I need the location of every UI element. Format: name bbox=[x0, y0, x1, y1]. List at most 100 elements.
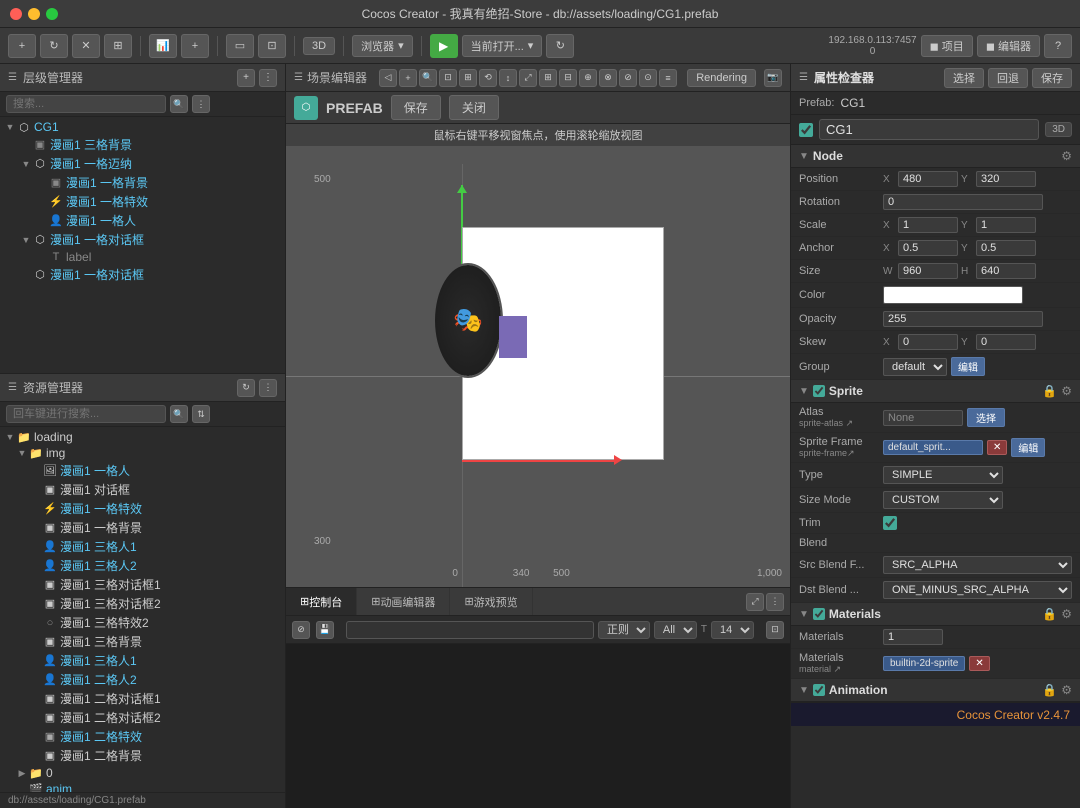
current-dropdown[interactable]: 当前打开... ▾ bbox=[462, 35, 543, 57]
scene-tb-btn3[interactable]: 🔍 bbox=[419, 69, 437, 87]
rect-btn[interactable]: ▭ bbox=[226, 34, 254, 58]
settings-btn[interactable]: ⊞ bbox=[104, 34, 132, 58]
material-tag[interactable]: builtin-2d-sprite bbox=[883, 656, 965, 671]
node-section-gear[interactable]: ⚙ bbox=[1061, 149, 1072, 163]
minimize-traffic-light[interactable] bbox=[28, 8, 40, 20]
scene-tb-btn12[interactable]: ⊗ bbox=[599, 69, 617, 87]
group-dropdown[interactable]: default bbox=[883, 358, 947, 376]
plus-btn[interactable]: + bbox=[181, 34, 209, 58]
scene-tb-btn15[interactable]: ≡ bbox=[659, 69, 677, 87]
material-clear-btn[interactable]: ✕ bbox=[969, 656, 989, 671]
rotation-input[interactable] bbox=[883, 194, 1043, 210]
tab-animation[interactable]: ⊞ 动画编辑器 bbox=[357, 588, 450, 615]
scene-tb-btn1[interactable]: ◁ bbox=[379, 69, 397, 87]
asset-anim[interactable]: 🎬 anim bbox=[0, 781, 285, 792]
tree-item-manga1-bubble[interactable]: ▼ ⬡ 漫画1 一格对话框 bbox=[0, 230, 285, 249]
trim-checkbox[interactable] bbox=[883, 516, 897, 530]
help-btn[interactable]: ? bbox=[1044, 34, 1072, 58]
scene-tb-btn14[interactable]: ⊙ bbox=[639, 69, 657, 87]
add-node-btn[interactable]: + bbox=[8, 34, 36, 58]
sprite-frame-input[interactable] bbox=[883, 440, 983, 455]
type-dropdown[interactable]: SIMPLE bbox=[883, 466, 1003, 484]
scene-close-btn[interactable]: 关闭 bbox=[449, 95, 499, 120]
tree-item-manga1-maina[interactable]: ▼ ⬡ 漫画1 一格迈纳 bbox=[0, 154, 285, 173]
atlas-select-btn[interactable]: 选择 bbox=[967, 408, 1005, 427]
scene-tb-btn7[interactable]: ↕ bbox=[499, 69, 517, 87]
console-level-select[interactable]: All bbox=[654, 621, 697, 639]
asset-manga1-2bg[interactable]: ▣ 漫画1 二格背景 bbox=[0, 746, 285, 765]
console-more-btn[interactable]: ⋮ bbox=[766, 593, 784, 611]
editor-btn[interactable]: ◼ 编辑器 bbox=[977, 35, 1040, 57]
animation-active-checkbox[interactable] bbox=[813, 684, 825, 696]
scene-tb-btn4[interactable]: ⊡ bbox=[439, 69, 457, 87]
group-edit-btn[interactable]: 编辑 bbox=[951, 357, 985, 376]
scene-tb-btn8[interactable]: ⤢ bbox=[519, 69, 537, 87]
console-fontsize-select[interactable]: 14 bbox=[711, 621, 754, 639]
asset-manga1-onebg[interactable]: ▣ 漫画1 一格背景 bbox=[0, 518, 285, 537]
console-dock-btn[interactable]: ⊡ bbox=[766, 621, 784, 639]
asset-manga1-3bubble1[interactable]: ▣ 漫画1 三格对话框1 bbox=[0, 575, 285, 594]
console-clear-btn[interactable]: ⊘ bbox=[292, 621, 310, 639]
browser-dropdown[interactable]: 浏览器 ▾ bbox=[352, 35, 413, 57]
asset-img[interactable]: ▼ 📁 img bbox=[0, 445, 285, 461]
src-blend-dropdown[interactable]: SRC_ALPHA bbox=[883, 556, 1072, 574]
asset-manga1-2bubble1[interactable]: ▣ 漫画1 二格对话框1 bbox=[0, 689, 285, 708]
scene-tb-btn10[interactable]: ⊟ bbox=[559, 69, 577, 87]
tree-item-manga1-oneman[interactable]: 👤 漫画1 一格人 bbox=[0, 211, 285, 230]
asset-loading[interactable]: ▼ 📁 loading bbox=[0, 429, 285, 445]
tree-item-manga1-onebg[interactable]: ▣ 漫画1 一格背景 bbox=[0, 173, 285, 192]
maximize-traffic-light[interactable] bbox=[46, 8, 58, 20]
asset-manga1-3man2[interactable]: 👤 漫画1 三格人2 bbox=[0, 556, 285, 575]
delete-btn[interactable]: ✕ bbox=[72, 34, 100, 58]
scene-tb-btn11[interactable]: ⊕ bbox=[579, 69, 597, 87]
color-swatch[interactable] bbox=[883, 286, 1023, 304]
asset-manga1-3man1a[interactable]: 👤 漫画1 三格人1 bbox=[0, 651, 285, 670]
scene-tb-btn6[interactable]: ⟲ bbox=[479, 69, 497, 87]
assets-more-btn[interactable]: ⋮ bbox=[259, 379, 277, 397]
3d-toggle[interactable]: 3D bbox=[303, 37, 335, 55]
inspector-save-btn[interactable]: 保存 bbox=[1032, 68, 1072, 88]
dst-blend-dropdown[interactable]: ONE_MINUS_SRC_ALPHA bbox=[883, 581, 1072, 599]
tab-game-preview[interactable]: ⊞ 游戏预览 bbox=[450, 588, 532, 615]
size-w-input[interactable] bbox=[898, 263, 958, 279]
anchor-y-input[interactable] bbox=[976, 240, 1036, 256]
asset-manga1-sfx[interactable]: ⚡ 漫画1 一格特效 bbox=[0, 499, 285, 518]
asset-manga1-1man[interactable]: 🖼 漫画1 一格人 bbox=[0, 461, 285, 480]
console-filter-input[interactable] bbox=[346, 621, 594, 639]
asset-0[interactable]: ▶ 📁 0 bbox=[0, 765, 285, 781]
asset-manga1-3sfx2[interactable]: ○ 漫画1 三格特效2 bbox=[0, 613, 285, 632]
scene-tb-btn9[interactable]: ⊞ bbox=[539, 69, 557, 87]
scene-view[interactable]: 鼠标右键平移视窗焦点，使用滚轮缩放视图 500 300 bbox=[286, 124, 790, 587]
sprite-section-header[interactable]: ▼ Sprite 🔒 ⚙ bbox=[791, 380, 1080, 403]
scene-tb-btn2[interactable]: + bbox=[399, 69, 417, 87]
hierarchy-search-btn[interactable]: 🔍 bbox=[170, 95, 188, 113]
reload-btn[interactable]: ↻ bbox=[546, 34, 574, 58]
chart-btn[interactable]: 📊 bbox=[149, 34, 177, 58]
assets-search-btn[interactable]: 🔍 bbox=[170, 405, 188, 423]
inspector-select-btn[interactable]: 选择 bbox=[944, 68, 984, 88]
scene-camera-btn[interactable]: 📷 bbox=[764, 69, 782, 87]
asset-manga1-3bg[interactable]: ▣ 漫画1 三格背景 bbox=[0, 632, 285, 651]
tree-item-cg1[interactable]: ▼ ⬡ CG1 bbox=[0, 119, 285, 135]
sizemode-dropdown[interactable]: CUSTOM bbox=[883, 491, 1003, 509]
node-section-header[interactable]: ▼ Node ⚙ bbox=[791, 145, 1080, 168]
size-h-input[interactable] bbox=[976, 263, 1036, 279]
hierarchy-search-input[interactable] bbox=[6, 95, 166, 113]
tree-item-label[interactable]: T label bbox=[0, 249, 285, 265]
tab-console[interactable]: ⊞ 控制台 bbox=[286, 588, 357, 615]
animation-section-gear[interactable]: ⚙ bbox=[1061, 683, 1072, 697]
assets-search-input[interactable] bbox=[6, 405, 166, 423]
skew-x-input[interactable] bbox=[898, 334, 958, 350]
sprite-frame-clear-btn[interactable]: ✕ bbox=[987, 440, 1007, 455]
atlas-input[interactable] bbox=[883, 410, 963, 426]
opacity-input[interactable] bbox=[883, 311, 1043, 327]
sprite-active-checkbox[interactable] bbox=[813, 385, 825, 397]
close-traffic-light[interactable] bbox=[10, 8, 22, 20]
materials-active-checkbox[interactable] bbox=[813, 608, 825, 620]
asset-manga1-2man2[interactable]: 👤 漫画1 二格人2 bbox=[0, 670, 285, 689]
refresh-btn[interactable]: ↻ bbox=[40, 34, 68, 58]
materials-count-input[interactable] bbox=[883, 629, 943, 645]
assets-sort-btn[interactable]: ⇅ bbox=[192, 405, 210, 423]
position-x-input[interactable] bbox=[898, 171, 958, 187]
materials-section-header[interactable]: ▼ Materials 🔒 ⚙ bbox=[791, 603, 1080, 626]
